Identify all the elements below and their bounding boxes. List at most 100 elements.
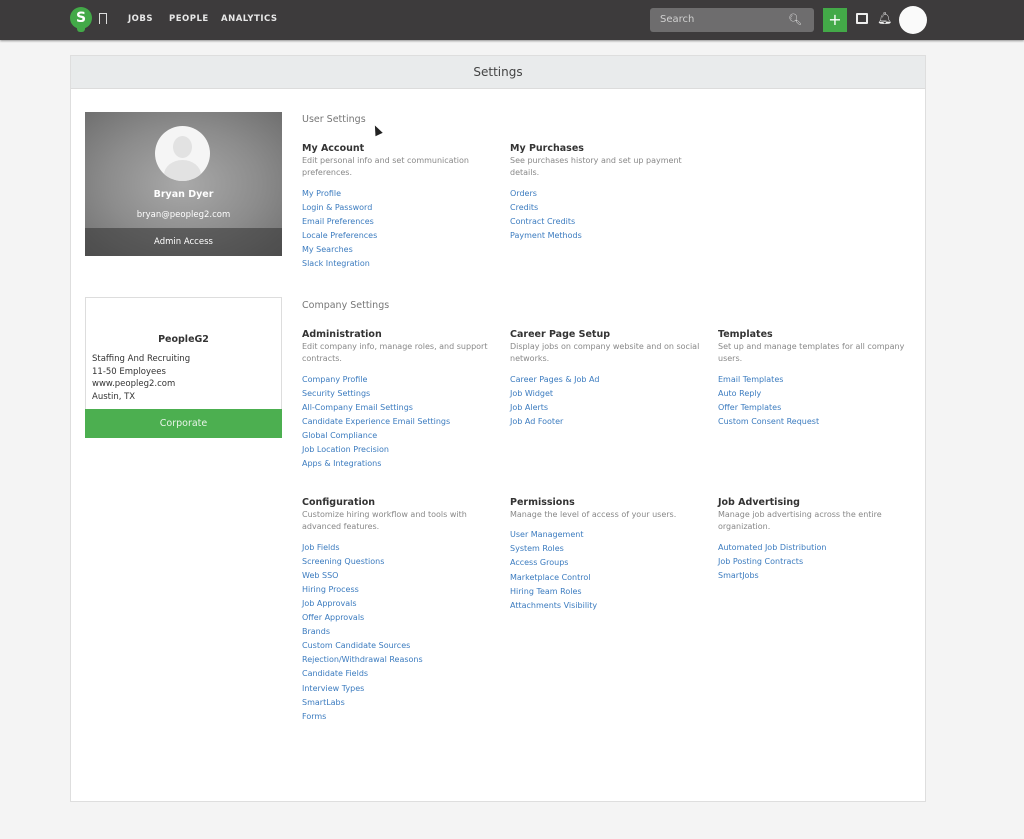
link-job-posting-contracts[interactable]: Job Posting Contracts [718,555,912,569]
link-interview-types[interactable]: Interview Types [302,682,496,696]
user-avatar[interactable] [899,6,927,34]
link-job-widget[interactable]: Job Widget [510,387,704,401]
link-job-alerts[interactable]: Job Alerts [510,401,704,415]
link-screening-questions[interactable]: Screening Questions [302,555,496,569]
group-description: Edit company info, manage roles, and sup… [302,342,488,364]
group-description: Set up and manage templates for all comp… [718,342,905,364]
company-settings-row: Administration Edit company info, manage… [302,328,926,471]
company-website: www.peopleg2.com [92,379,176,389]
inbox-icon[interactable] [856,13,868,24]
settings-group-career-page-setup: Career Page Setup Display jobs on compan… [510,328,718,471]
link-job-approvals[interactable]: Job Approvals [302,597,496,611]
access-level: Admin Access [85,228,282,256]
link-email-preferences[interactable]: Email Preferences [302,215,496,229]
nav-jobs[interactable]: JOBS [128,14,153,24]
link-smartlabs[interactable]: SmartLabs [302,696,496,710]
group-title: Administration [302,329,382,340]
link-career-pages-job-ad[interactable]: Career Pages & Job Ad [510,373,704,387]
link-login-password[interactable]: Login & Password [302,201,496,215]
company-card: PeopleG2 Staffing And Recruiting 11-50 E… [85,297,282,438]
profile-name: Bryan Dyer [153,189,214,200]
link-brands[interactable]: Brands [302,625,496,639]
company-size: 11-50 Employees [92,366,166,377]
link-hiring-team-roles[interactable]: Hiring Team Roles [510,585,704,599]
link-automated-job-distribution[interactable]: Automated Job Distribution [718,541,912,555]
settings-group-job-advertising: Job Advertising Manage job advertising a… [718,496,926,724]
link-job-ad-footer[interactable]: Job Ad Footer [510,415,704,429]
group-title: Job Advertising [718,497,800,508]
link-web-sso[interactable]: Web SSO [302,569,496,583]
link-job-location-precision[interactable]: Job Location Precision [302,443,496,457]
app-logo[interactable]: S [70,7,92,32]
group-description: Display jobs on company website and on s… [510,342,700,364]
link-forms[interactable]: Forms [302,710,496,724]
link-my-profile[interactable]: My Profile [302,187,496,201]
link-credits[interactable]: Credits [510,201,704,215]
link-rejection-withdrawal-reasons[interactable]: Rejection/Withdrawal Reasons [302,653,496,667]
link-job-fields[interactable]: Job Fields [302,541,496,555]
link-attachments-visibility[interactable]: Attachments Visibility [510,599,704,613]
group-title: Configuration [302,497,376,508]
settings-group-administration: Administration Edit company info, manage… [302,328,510,471]
company-industry: Staffing And Recruiting [92,354,191,364]
group-description: See purchases history and set up payment… [510,156,682,178]
top-navigation-bar: S JOBS PEOPLE ANALYTICS Search 🔍︎ + 🔔︎ [0,0,1024,40]
link-candidate-experience-email-settings[interactable]: Candidate Experience Email Settings [302,415,496,429]
link-offer-approvals[interactable]: Offer Approvals [302,611,496,625]
company-tier-badge: Corporate [85,409,282,438]
settings-panel: Settings Bryan Dyer bryan@peopleg2.com A… [70,55,926,802]
link-access-groups[interactable]: Access Groups [510,556,704,570]
group-title: Templates [718,329,773,340]
settings-group-my-purchases: My Purchases See purchases history and s… [510,142,718,271]
link-apps-integrations[interactable]: Apps & Integrations [302,457,496,471]
link-contract-credits[interactable]: Contract Credits [510,215,704,229]
company-settings-row: Configuration Customize hiring workflow … [302,496,926,724]
link-marketplace-control[interactable]: Marketplace Control [510,571,704,585]
company-location: Austin, TX [92,391,136,402]
group-description: Manage the level of access of your users… [510,510,677,519]
search-input[interactable]: Search 🔍︎ [650,8,814,32]
company-settings-heading: Company Settings [302,300,390,311]
link-smartjobs[interactable]: SmartJobs [718,569,912,583]
link-offer-templates[interactable]: Offer Templates [718,401,912,415]
search-placeholder: Search [660,14,695,25]
link-email-templates[interactable]: Email Templates [718,373,912,387]
user-settings-heading: User Settings [302,114,366,125]
group-description: Customize hiring workflow and tools with… [302,510,467,532]
link-system-roles[interactable]: System Roles [510,542,704,556]
link-payment-methods[interactable]: Payment Methods [510,229,704,243]
link-my-searches[interactable]: My Searches [302,243,496,257]
link-auto-reply[interactable]: Auto Reply [718,387,912,401]
link-all-company-email-settings[interactable]: All-Company Email Settings [302,401,496,415]
settings-group-configuration: Configuration Customize hiring workflow … [302,496,510,724]
link-hiring-process[interactable]: Hiring Process [302,583,496,597]
link-custom-candidate-sources[interactable]: Custom Candidate Sources [302,639,496,653]
link-locale-preferences[interactable]: Locale Preferences [302,229,496,243]
company-name: PeopleG2 [158,334,209,345]
page-title: Settings [71,56,925,89]
settings-group-my-account: My Account Edit personal info and set co… [302,142,510,271]
link-user-management[interactable]: User Management [510,528,704,542]
bell-icon[interactable]: 🔔︎ [877,11,892,25]
link-candidate-fields[interactable]: Candidate Fields [302,667,496,681]
settings-group-templates: Templates Set up and manage templates fo… [718,328,926,471]
settings-group-permissions: Permissions Manage the level of access o… [510,496,718,724]
link-company-profile[interactable]: Company Profile [302,373,496,387]
search-icon[interactable]: 🔍︎ [788,8,802,32]
group-title: Permissions [510,497,575,508]
add-button[interactable]: + [823,8,847,32]
bookmark-icon[interactable] [99,13,107,24]
group-description: Manage job advertising across the entire… [718,510,882,532]
link-slack-integration[interactable]: Slack Integration [302,257,496,271]
link-custom-consent-request[interactable]: Custom Consent Request [718,415,912,429]
user-settings-row: My Account Edit personal info and set co… [302,142,718,271]
group-title: My Purchases [510,143,584,154]
nav-people[interactable]: PEOPLE [169,14,209,24]
link-global-compliance[interactable]: Global Compliance [302,429,496,443]
profile-card: Bryan Dyer bryan@peopleg2.com Admin Acce… [85,112,282,256]
group-title: My Account [302,143,365,154]
link-security-settings[interactable]: Security Settings [302,387,496,401]
link-orders[interactable]: Orders [510,187,704,201]
group-description: Edit personal info and set communication… [302,156,469,178]
nav-analytics[interactable]: ANALYTICS [221,14,278,24]
